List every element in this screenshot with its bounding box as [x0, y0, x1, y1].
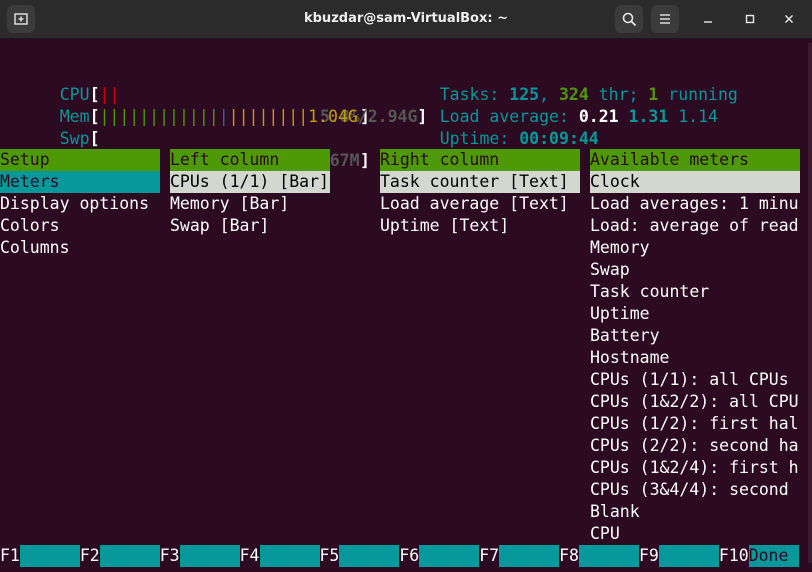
- available-meters-header: Available meters: [590, 149, 800, 171]
- function-key-f3[interactable]: F3: [160, 545, 240, 567]
- available-meter-item[interactable]: Memory: [590, 237, 800, 259]
- swap-label: Swp: [59, 129, 90, 148]
- available-meter-item[interactable]: Hostname: [590, 347, 800, 369]
- available-meter-item[interactable]: CPUs (1&2/4): first h: [590, 457, 800, 479]
- left-column-item[interactable]: Memory [Bar]: [170, 193, 330, 215]
- function-key-f8[interactable]: F8: [559, 545, 639, 567]
- search-button[interactable]: [615, 5, 643, 33]
- uptime-value: 00:09:44: [519, 129, 599, 148]
- maximize-button[interactable]: [739, 8, 761, 30]
- minimize-icon: [704, 21, 712, 23]
- available-meter-item[interactable]: Swap: [590, 259, 800, 281]
- maximize-icon: [745, 14, 755, 24]
- available-meter-item[interactable]: Clock: [590, 171, 800, 193]
- available-meter-item[interactable]: CPUs (1&2/2): all CPU: [590, 391, 800, 413]
- available-meter-item[interactable]: CPUs (3&4/4): second: [590, 479, 800, 501]
- right-column-header: Right column: [380, 149, 580, 171]
- menu-button[interactable]: [651, 5, 679, 33]
- close-button[interactable]: [778, 8, 800, 30]
- left-column-item[interactable]: Swap [Bar]: [170, 215, 330, 237]
- function-key-f5[interactable]: F5: [320, 545, 400, 567]
- uptime-meter: Uptime: 00:09:44: [439, 129, 599, 148]
- available-meter-item[interactable]: Task counter: [590, 281, 800, 303]
- function-key-f2[interactable]: F2: [80, 545, 160, 567]
- load-15min: 1.14: [678, 107, 718, 126]
- mem-meter: Mem[|||||||||||||||||||||1.04G/2.94G]: [59, 107, 428, 126]
- available-meter-item[interactable]: Load: average of read: [590, 215, 800, 237]
- window-title: kbuzdar@sam-VirtualBox: ~: [303, 11, 508, 26]
- setup-item-colors[interactable]: Colors: [0, 215, 160, 237]
- function-key-f4[interactable]: F4: [240, 545, 320, 567]
- terminal-scrollbar[interactable]: [808, 43, 812, 563]
- available-meter-item[interactable]: Battery: [590, 325, 800, 347]
- cpu-meter: CPU[|| 5.8%]: [59, 85, 370, 126]
- setup-item-meters[interactable]: Meters: [0, 171, 160, 193]
- left-column-header: Left column: [170, 149, 330, 171]
- available-meter-item[interactable]: CPUs (1/1): all CPUs: [590, 369, 800, 391]
- terminal[interactable]: CPU[|| 5.8%] Mem[|||||||||||||||||||||1.…: [0, 39, 812, 572]
- function-key-f1[interactable]: F1: [0, 545, 80, 567]
- function-key-bar: F1 F2 F3 F4 F5 F6 F7 F8 F9 F10 Done: [0, 545, 799, 567]
- search-icon: [622, 12, 636, 26]
- minimize-button[interactable]: [697, 8, 719, 30]
- load-average-meter: Load average: 0.21 1.31 1.14: [439, 107, 718, 126]
- available-meter-item[interactable]: CPUs (2/2): second ha: [590, 435, 800, 457]
- setup-item-display-options[interactable]: Display options: [0, 193, 160, 215]
- available-meters-panel: Available meters Clock Load averages: 1 …: [590, 149, 800, 545]
- available-meter-item[interactable]: Blank: [590, 501, 800, 523]
- done-label: Done: [748, 545, 799, 567]
- setup-item-columns[interactable]: Columns: [0, 237, 160, 259]
- window-titlebar: kbuzdar@sam-VirtualBox: ~: [0, 0, 812, 39]
- tasks-meter: Tasks: 125, 324 thr; 1 running: [439, 85, 738, 104]
- right-column-panel: Right column Task counter [Text] Load av…: [380, 149, 580, 237]
- available-meter-item[interactable]: Load averages: 1 minu: [590, 193, 800, 215]
- hamburger-icon: [660, 14, 670, 24]
- right-column-item[interactable]: Task counter [Text]: [380, 171, 580, 193]
- available-meter-item[interactable]: CPUs (1/2): first hal: [590, 413, 800, 435]
- right-column-item[interactable]: Load average [Text]: [380, 193, 580, 215]
- function-key-f6[interactable]: F6: [399, 545, 480, 567]
- load-5min: 1.31: [628, 107, 669, 126]
- function-key-f9[interactable]: F9: [639, 545, 719, 567]
- available-meter-item[interactable]: CPU: [590, 523, 800, 545]
- right-column-item[interactable]: Uptime [Text]: [380, 215, 580, 237]
- swap-meter: Swp[ 0K/967M]: [59, 129, 370, 170]
- setup-header: Setup: [0, 149, 160, 171]
- close-icon: [784, 14, 794, 24]
- available-meter-item[interactable]: Uptime: [590, 303, 800, 325]
- left-column-item[interactable]: CPUs (1/1) [Bar]: [170, 171, 330, 193]
- setup-panel: Setup Meters Display options Colors Colu…: [0, 149, 160, 259]
- done-key-f10[interactable]: F10 Done: [719, 545, 799, 567]
- function-key-f7[interactable]: F7: [479, 545, 560, 567]
- left-column-panel: Left column CPUs (1/1) [Bar] Memory [Bar…: [170, 149, 330, 237]
